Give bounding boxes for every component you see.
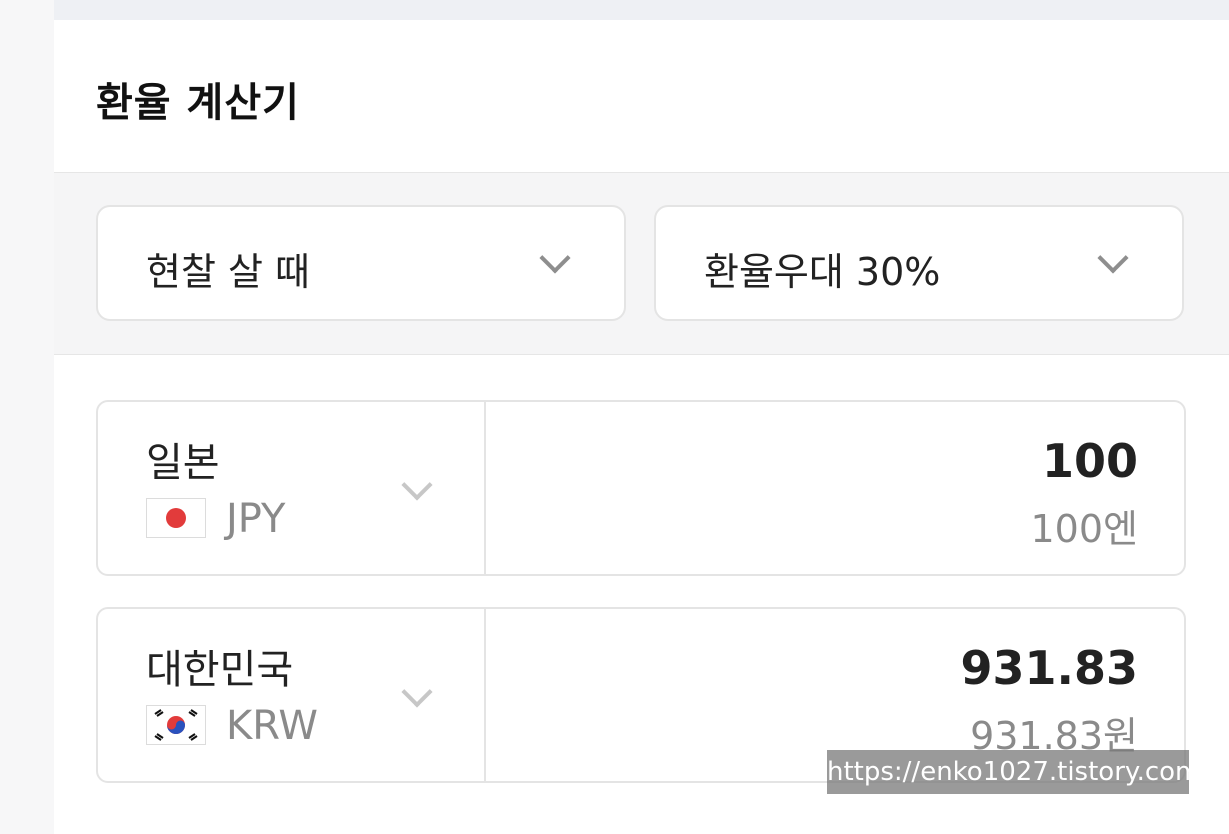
chevron-down-icon <box>401 469 433 501</box>
filter-bar: 현찰 살 때 환율우대 30% <box>54 173 1229 355</box>
from-amount-input[interactable]: 100 <box>1042 434 1138 488</box>
korea-flag-icon <box>146 705 206 745</box>
from-currency-row: 일본 JPY 100 100엔 <box>96 400 1186 576</box>
from-country-name: 일본 <box>146 440 220 486</box>
preferential-rate-dropdown[interactable]: 환율우대 30% <box>654 205 1184 321</box>
from-currency-select[interactable]: 일본 JPY <box>98 402 486 574</box>
chevron-down-icon <box>1097 242 1129 274</box>
rate-type-dropdown[interactable]: 현찰 살 때 <box>96 205 626 321</box>
chevron-down-icon <box>401 676 433 708</box>
left-gutter <box>0 0 55 834</box>
to-amount-input[interactable]: 931.83 <box>960 641 1138 695</box>
from-amount-text: 100엔 <box>1030 507 1139 551</box>
to-currency-code: KRW <box>226 703 318 749</box>
japan-flag-icon <box>146 498 206 538</box>
from-currency-code: JPY <box>226 496 286 542</box>
to-country-name: 대한민국 <box>146 647 294 693</box>
exchange-calculator-card: 환율 계산기 현찰 살 때 환율우대 30% 일본 JPY 100 100엔 대… <box>54 20 1229 834</box>
top-strip <box>54 0 1229 20</box>
rate-type-label: 현찰 살 때 <box>146 250 310 294</box>
calculator-header: 환율 계산기 <box>54 20 1229 173</box>
preferential-rate-label: 환율우대 30% <box>704 250 941 294</box>
chevron-down-icon <box>539 242 571 274</box>
watermark-url: https://enko1027.tistory.com <box>827 750 1200 794</box>
page-title: 환율 계산기 <box>96 80 300 126</box>
to-currency-select[interactable]: 대한민국 KRW <box>98 609 486 781</box>
